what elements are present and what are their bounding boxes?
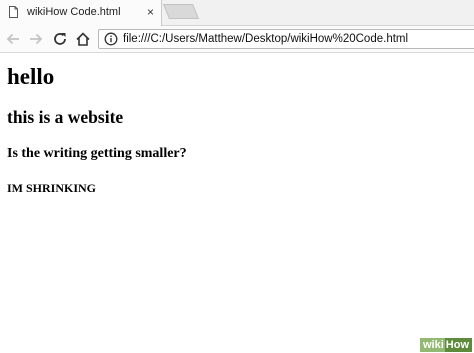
forward-arrow-icon[interactable] xyxy=(27,30,45,48)
heading-website: this is a website xyxy=(7,107,124,127)
url-text: file:///C:/Users/Matthew/Desktop/wikiHow… xyxy=(123,33,409,45)
home-icon[interactable] xyxy=(74,30,92,48)
wikihow-watermark: wiki How xyxy=(420,338,473,352)
tab-title: wikiHow Code.html xyxy=(27,6,121,18)
heading-hello: hello xyxy=(7,64,55,89)
address-bar[interactable]: file:///C:/Users/Matthew/Desktop/wikiHow… xyxy=(98,29,474,49)
back-arrow-icon[interactable] xyxy=(4,30,22,48)
watermark-wiki: wiki xyxy=(420,338,445,352)
heading-shrinking: IM SHRINKING xyxy=(7,181,97,195)
reload-icon[interactable] xyxy=(51,30,69,48)
heading-smaller: Is the writing getting smaller? xyxy=(7,146,187,161)
watermark-how: How xyxy=(444,338,473,352)
tab-close-button[interactable]: × xyxy=(147,5,154,19)
browser-tab[interactable]: wikiHow Code.html × xyxy=(0,0,162,26)
document-icon xyxy=(9,6,18,18)
new-tab-button[interactable] xyxy=(162,4,200,19)
info-icon[interactable] xyxy=(104,32,118,46)
